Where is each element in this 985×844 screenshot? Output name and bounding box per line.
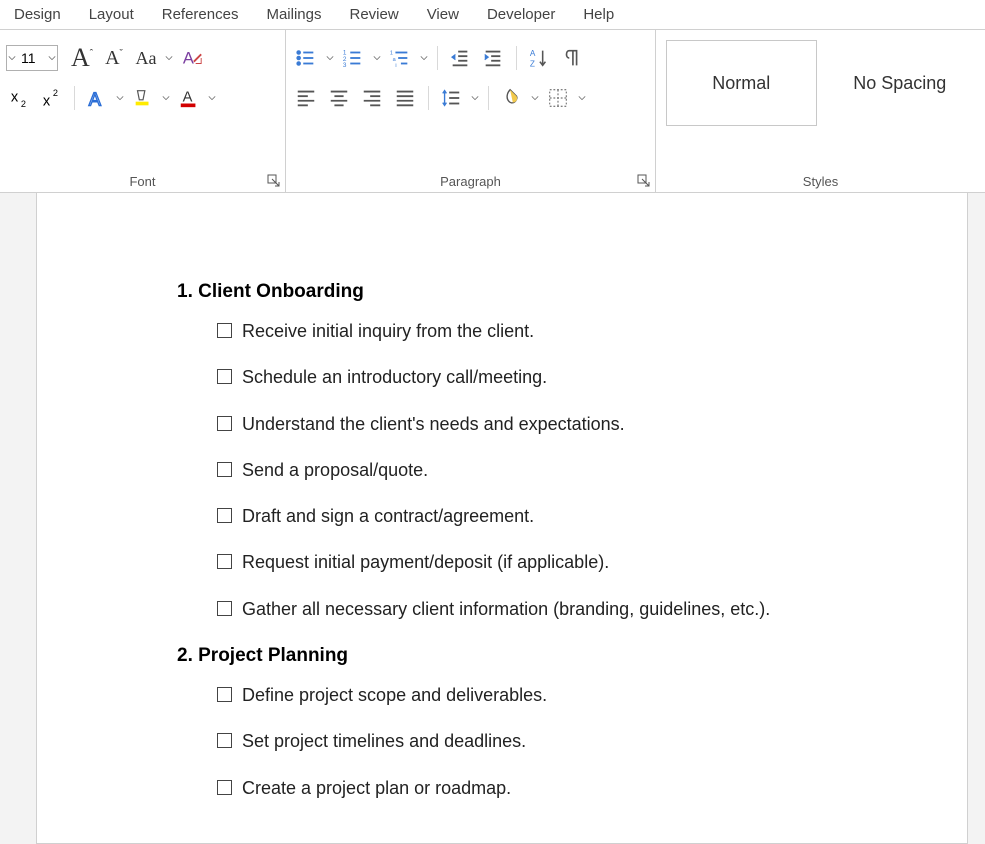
change-case-dropdown[interactable] xyxy=(164,44,174,72)
section-heading: 1. Client Onboarding xyxy=(177,281,967,303)
svg-text:A: A xyxy=(89,88,102,109)
numbering-button[interactable]: 123 xyxy=(339,44,367,72)
list-item: Create a project plan or roadmap. xyxy=(217,776,967,800)
svg-text:Z: Z xyxy=(530,59,535,68)
list-item: Set project timelines and deadlines. xyxy=(217,729,967,753)
list-item: Gather all necessary client information … xyxy=(217,597,967,621)
document-area[interactable]: 1. Client Onboarding Receive initial inq… xyxy=(0,193,985,844)
highlight-dropdown[interactable] xyxy=(161,84,171,112)
borders-dropdown[interactable] xyxy=(577,84,587,112)
shading-button[interactable] xyxy=(497,84,525,112)
list-item: Send a proposal/quote. xyxy=(217,458,967,482)
svg-text:2: 2 xyxy=(21,99,26,109)
subscript-button[interactable]: x2 xyxy=(6,84,34,112)
tab-design[interactable]: Design xyxy=(0,0,75,29)
checkbox-icon[interactable] xyxy=(217,780,232,795)
text-effects-dropdown[interactable] xyxy=(115,84,125,112)
section-heading: 2. Project Planning xyxy=(177,645,967,667)
align-right-button[interactable] xyxy=(358,84,386,112)
checkbox-icon[interactable] xyxy=(217,416,232,431)
svg-text:3: 3 xyxy=(343,62,347,69)
tab-mailings[interactable]: Mailings xyxy=(252,0,335,29)
font-group: 11 Aˆ Aˇ Aa A x2 x2 A xyxy=(0,30,286,192)
list-item: Schedule an introductory call/meeting. xyxy=(217,365,967,389)
align-center-button[interactable] xyxy=(325,84,353,112)
change-case-button[interactable]: Aa xyxy=(132,44,160,72)
list-item: Define project scope and deliverables. xyxy=(217,683,967,707)
checklist: Receive initial inquiry from the client.… xyxy=(217,319,967,621)
svg-text:A: A xyxy=(530,49,536,58)
checklist: Define project scope and deliverables. S… xyxy=(217,683,967,800)
shading-dropdown[interactable] xyxy=(530,84,540,112)
line-spacing-dropdown[interactable] xyxy=(470,84,480,112)
paragraph-dialog-launcher[interactable] xyxy=(637,174,651,188)
paragraph-group: 123 1ai AZ xyxy=(286,30,656,192)
svg-text:x: x xyxy=(43,93,51,109)
checkbox-icon[interactable] xyxy=(217,323,232,338)
checkbox-icon[interactable] xyxy=(217,687,232,702)
checkbox-icon[interactable] xyxy=(217,508,232,523)
list-item: Draft and sign a contract/agreement. xyxy=(217,504,967,528)
svg-text:i: i xyxy=(395,63,396,69)
checkbox-icon[interactable] xyxy=(217,462,232,477)
svg-text:A: A xyxy=(183,50,194,68)
highlight-button[interactable] xyxy=(129,84,157,112)
svg-text:x: x xyxy=(11,90,19,106)
increase-indent-button[interactable] xyxy=(479,44,507,72)
show-marks-button[interactable] xyxy=(558,44,586,72)
tab-bar: Design Layout References Mailings Review… xyxy=(0,0,985,30)
line-spacing-button[interactable] xyxy=(437,84,465,112)
list-item: Understand the client's needs and expect… xyxy=(217,412,967,436)
superscript-button[interactable]: x2 xyxy=(38,84,66,112)
font-size-combo[interactable]: 11 xyxy=(6,45,58,71)
tab-references[interactable]: References xyxy=(148,0,253,29)
tab-layout[interactable]: Layout xyxy=(75,0,148,29)
font-dialog-launcher[interactable] xyxy=(267,174,281,188)
numbering-dropdown[interactable] xyxy=(372,44,382,72)
decrease-indent-button[interactable] xyxy=(446,44,474,72)
styles-group-label: Styles xyxy=(656,170,985,192)
svg-text:a: a xyxy=(393,57,397,63)
svg-text:2: 2 xyxy=(53,88,58,98)
sort-button[interactable]: AZ xyxy=(525,44,553,72)
clear-format-button[interactable]: A xyxy=(178,44,206,72)
svg-text:1: 1 xyxy=(390,50,393,56)
checkbox-icon[interactable] xyxy=(217,554,232,569)
list-item: Request initial payment/deposit (if appl… xyxy=(217,550,967,574)
font-color-button[interactable]: A xyxy=(175,84,203,112)
align-left-button[interactable] xyxy=(292,84,320,112)
tab-view[interactable]: View xyxy=(413,0,473,29)
checkbox-icon[interactable] xyxy=(217,733,232,748)
tab-help[interactable]: Help xyxy=(569,0,628,29)
grow-font-button[interactable]: Aˆ xyxy=(68,44,96,72)
list-item: Receive initial inquiry from the client. xyxy=(217,319,967,343)
svg-text:A: A xyxy=(183,90,193,106)
style-no-spacing[interactable]: No Spacing xyxy=(825,40,975,126)
checkbox-icon[interactable] xyxy=(217,369,232,384)
document-page[interactable]: 1. Client Onboarding Receive initial inq… xyxy=(36,193,968,844)
styles-group: Normal No Spacing Styles xyxy=(656,30,985,192)
justify-button[interactable] xyxy=(391,84,419,112)
font-group-label: Font xyxy=(0,170,285,192)
tab-review[interactable]: Review xyxy=(336,0,413,29)
checkbox-icon[interactable] xyxy=(217,601,232,616)
multilevel-dropdown[interactable] xyxy=(419,44,429,72)
multilevel-button[interactable]: 1ai xyxy=(386,44,414,72)
font-color-dropdown[interactable] xyxy=(207,84,217,112)
style-normal[interactable]: Normal xyxy=(666,40,817,126)
bullets-button[interactable] xyxy=(292,44,320,72)
tab-developer[interactable]: Developer xyxy=(473,0,569,29)
paragraph-group-label: Paragraph xyxy=(286,170,655,192)
ribbon: 11 Aˆ Aˇ Aa A x2 x2 A xyxy=(0,30,985,193)
bullets-dropdown[interactable] xyxy=(325,44,335,72)
shrink-font-button[interactable]: Aˇ xyxy=(100,44,128,72)
borders-button[interactable] xyxy=(544,84,572,112)
text-effects-button[interactable]: A xyxy=(83,84,111,112)
